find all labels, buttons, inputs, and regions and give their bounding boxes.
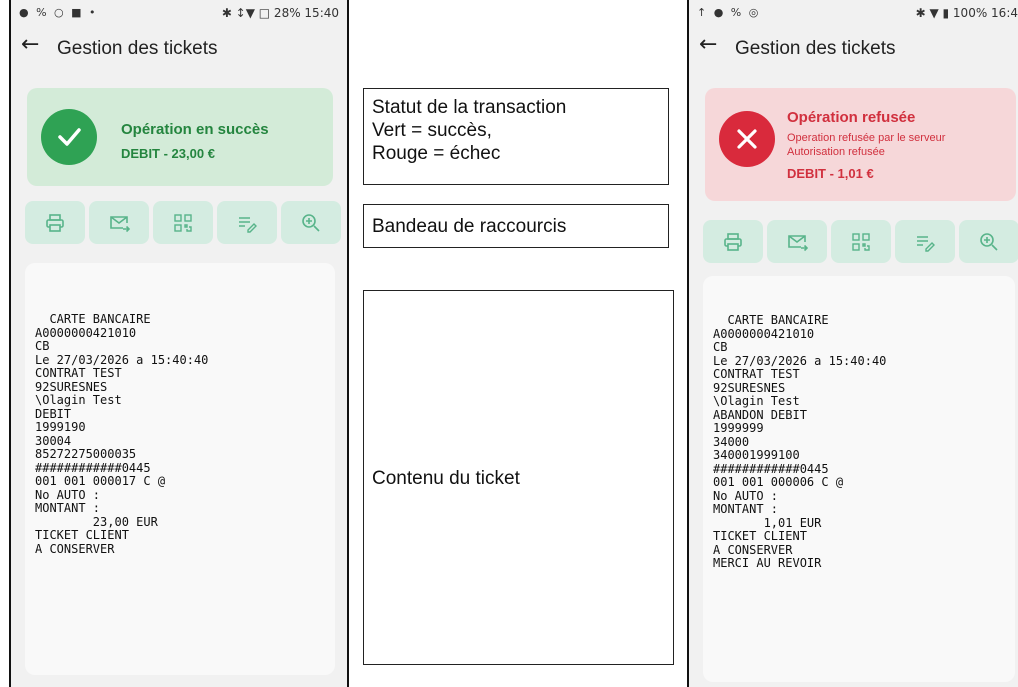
status-detail: Operation refusée par le serveur	[787, 132, 946, 144]
ticket-annotation-text: Contenu du ticket	[372, 468, 520, 489]
back-arrow-icon[interactable]: ←	[699, 32, 717, 57]
status-bar-right: ✱ ▼ ▮ 100% 16:4	[915, 6, 1018, 20]
transaction-status-card: Opération refusée Operation refusée par …	[705, 88, 1016, 201]
zoom-in-icon	[980, 232, 998, 251]
page-title: Gestion des tickets	[735, 38, 896, 59]
ticket-annotation: Contenu du ticket	[363, 290, 674, 665]
status-detail: Autorisation refusée	[787, 146, 885, 158]
edit-note-button[interactable]	[217, 201, 277, 244]
page-title: Gestion des tickets	[57, 38, 218, 59]
printer-icon	[46, 213, 64, 232]
print-button[interactable]	[25, 201, 85, 244]
status-headline: Opération refusée	[787, 109, 916, 126]
qr-code-button[interactable]	[153, 201, 213, 244]
email-icon	[110, 215, 130, 232]
transaction-status-card: Opération en succès DEBIT - 23,00 €	[27, 88, 333, 186]
zoom-button[interactable]	[959, 220, 1018, 263]
status-annotation: Statut de la transaction Vert = succès, …	[363, 88, 669, 185]
status-annotation-line: Vert = succès,	[372, 120, 492, 141]
zoom-button[interactable]	[281, 201, 341, 244]
status-annotation-line: Rouge = échec	[372, 143, 501, 164]
shortcuts-annotation: Bandeau de raccourcis	[363, 204, 669, 248]
status-bar-icons: ● % ○ ■ •	[19, 6, 98, 19]
edit-note-icon	[917, 235, 935, 252]
status-amount: DEBIT - 1,01 €	[787, 166, 874, 181]
status-headline: Opération en succès	[121, 121, 269, 138]
status-bar-right: ✱ ↕▼ □ 28% 15:40	[221, 6, 339, 20]
qr-code-button[interactable]	[831, 220, 891, 263]
status-amount: DEBIT - 23,00 €	[121, 146, 215, 161]
shortcuts-annotation-text: Bandeau de raccourcis	[372, 216, 567, 237]
status-annotation-line: Statut de la transaction	[372, 97, 567, 118]
back-arrow-icon[interactable]: ←	[21, 32, 39, 57]
email-button[interactable]	[89, 201, 149, 244]
ticket-content: CARTE BANCAIRE A0000000421010 CB Le 27/0…	[703, 276, 1015, 682]
printer-icon	[724, 232, 742, 251]
left-phone-screen: ● % ○ ■ • ✱ ↕▼ □ 28% 15:40 ← Gestion des…	[9, 0, 349, 687]
ticket-text: CARTE BANCAIRE A0000000421010 CB Le 27/0…	[35, 312, 209, 556]
edit-note-icon	[239, 216, 257, 233]
status-bar: ● % ○ ■ • ✱ ↕▼ □ 28% 15:40	[11, 0, 347, 28]
ticket-content: CARTE BANCAIRE A0000000421010 CB Le 27/0…	[25, 263, 335, 675]
status-bar: ↑ ● % ◎ ✱ ▼ ▮ 100% 16:4	[689, 0, 1018, 28]
shortcut-bar	[25, 201, 341, 244]
email-icon	[788, 234, 808, 251]
right-phone-screen: ↑ ● % ◎ ✱ ▼ ▮ 100% 16:4 ← Gestion des ti…	[687, 0, 1018, 687]
status-bar-icons: ↑ ● % ◎	[697, 6, 761, 19]
zoom-in-icon	[302, 213, 320, 232]
ticket-text: CARTE BANCAIRE A0000000421010 CB Le 27/0…	[713, 313, 887, 570]
edit-note-button[interactable]	[895, 220, 955, 263]
shortcut-bar	[703, 220, 1018, 263]
app-bar: ← Gestion des tickets	[689, 28, 1018, 70]
app-bar: ← Gestion des tickets	[11, 28, 347, 70]
email-button[interactable]	[767, 220, 827, 263]
qr-code-icon	[852, 232, 870, 251]
failure-cross-icon	[719, 111, 775, 167]
qr-code-icon	[174, 213, 192, 232]
success-check-icon	[41, 109, 97, 165]
print-button[interactable]	[703, 220, 763, 263]
